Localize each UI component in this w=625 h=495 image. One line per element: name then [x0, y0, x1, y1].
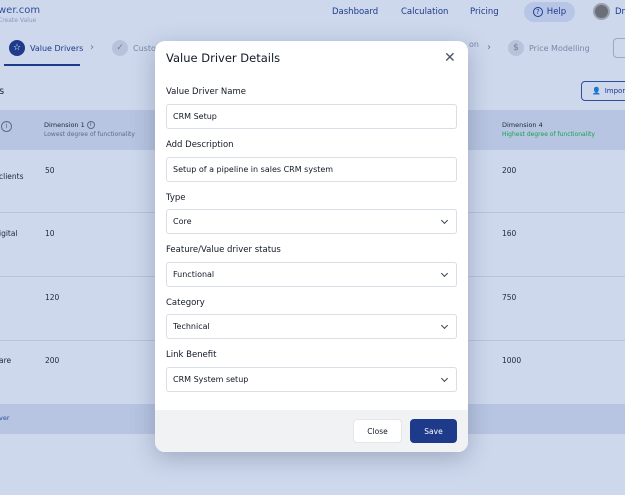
- question-icon: ?: [532, 7, 543, 17]
- row-label: clients: [0, 172, 24, 181]
- step-customer[interactable]: ✓ Custo: [112, 40, 156, 56]
- description-label: Add Description: [166, 140, 234, 150]
- type-label: Type: [166, 193, 186, 203]
- dim1-subtitle: Lowest degree of functionality: [44, 131, 135, 138]
- nav-calculation[interactable]: Calculation: [401, 7, 448, 17]
- benefit-value: CRM System setup: [173, 375, 249, 384]
- cell-dim4: 750: [502, 293, 517, 302]
- check-circle-icon: ✓: [112, 40, 128, 56]
- active-step-indicator: [4, 64, 80, 66]
- row-label: are: [0, 356, 12, 365]
- status-select[interactable]: Functional: [166, 262, 457, 287]
- import-button[interactable]: 👤 Import: [581, 81, 625, 101]
- value-driver-name-input[interactable]: [173, 112, 443, 121]
- cell-dim1: 120: [45, 293, 60, 302]
- name-label: Value Driver Name: [166, 87, 246, 97]
- chevron-right-icon: ›: [487, 42, 491, 53]
- row-label: igital: [0, 229, 18, 238]
- status-label: Feature/Value driver status: [166, 245, 281, 255]
- brand-name: wer.com: [0, 5, 41, 16]
- chevron-down-icon: [440, 216, 449, 225]
- close-button[interactable]: Close: [353, 419, 402, 443]
- cell-dim4: 160: [502, 229, 517, 238]
- chevron-down-icon: [440, 321, 449, 330]
- chevron-right-icon: ›: [90, 42, 94, 53]
- toolbar-button[interactable]: [613, 38, 625, 58]
- save-button[interactable]: Save: [410, 419, 457, 443]
- dim4-subtitle: Highest degree of functionality: [502, 131, 595, 138]
- category-value: Technical: [173, 322, 210, 331]
- brand-logo[interactable]: wer.com Create Value: [0, 5, 40, 25]
- description-field[interactable]: [166, 157, 457, 182]
- info-icon[interactable]: i: [86, 121, 95, 129]
- help-button[interactable]: ? Help: [524, 2, 575, 22]
- step-label: Custo: [133, 43, 156, 53]
- modal-title: Value Driver Details: [166, 51, 281, 65]
- cell-dim1: 10: [45, 229, 55, 238]
- top-bar: wer.com Create Value Dashboard Calculati…: [0, 0, 625, 32]
- value-driver-modal: Value Driver Details ✕ Value Driver Name…: [155, 41, 468, 452]
- dollar-icon: $: [508, 40, 524, 56]
- type-value: Core: [173, 217, 192, 226]
- step-label: Price Modelling: [529, 43, 590, 53]
- dim1-title: Dimension 1: [44, 121, 85, 129]
- star-icon: ☆: [9, 40, 25, 56]
- category-label: Category: [166, 298, 205, 308]
- cell-dim4: 1000: [502, 356, 522, 365]
- user-upload-icon: 👤: [592, 87, 601, 95]
- avatar[interactable]: [593, 3, 610, 20]
- section-title: s: [0, 86, 5, 97]
- status-value: Functional: [173, 270, 215, 279]
- value-driver-name-field[interactable]: [166, 104, 457, 129]
- description-input[interactable]: [173, 165, 443, 174]
- category-select[interactable]: Technical: [166, 314, 457, 339]
- brand-tagline: Create Value: [0, 17, 37, 24]
- benefit-label: Link Benefit: [166, 350, 217, 360]
- step-partial[interactable]: on: [469, 40, 479, 49]
- nav-pricing[interactable]: Pricing: [470, 7, 499, 17]
- step-label: on: [469, 40, 479, 49]
- link-benefit-select[interactable]: CRM System setup: [166, 367, 457, 392]
- cell-dim1: 50: [45, 166, 55, 175]
- cell-dim4: 200: [502, 166, 517, 175]
- cell-dim1: 200: [45, 356, 60, 365]
- dim4-title: Dimension 4: [502, 121, 543, 129]
- step-label: Value Drivers: [30, 43, 84, 53]
- chevron-down-icon: [440, 374, 449, 383]
- type-select[interactable]: Core: [166, 209, 457, 234]
- import-label: Import: [604, 87, 625, 95]
- close-icon[interactable]: ✕: [444, 51, 456, 65]
- nav-dashboard[interactable]: Dashboard: [332, 7, 378, 17]
- footer-label: ver: [0, 414, 10, 422]
- help-label: Help: [546, 7, 567, 17]
- header-dimension-4: Dimension 4 Highest degree of functional…: [502, 121, 595, 139]
- chevron-down-icon: [440, 269, 449, 278]
- header-dimension-1: Dimension 1 i Lowest degree of functiona…: [44, 121, 135, 139]
- info-icon[interactable]: i: [1, 121, 12, 132]
- step-value-drivers[interactable]: ☆ Value Drivers: [9, 40, 83, 56]
- user-name[interactable]: Dr: [615, 7, 625, 17]
- step-price-modelling[interactable]: $ Price Modelling: [508, 40, 590, 56]
